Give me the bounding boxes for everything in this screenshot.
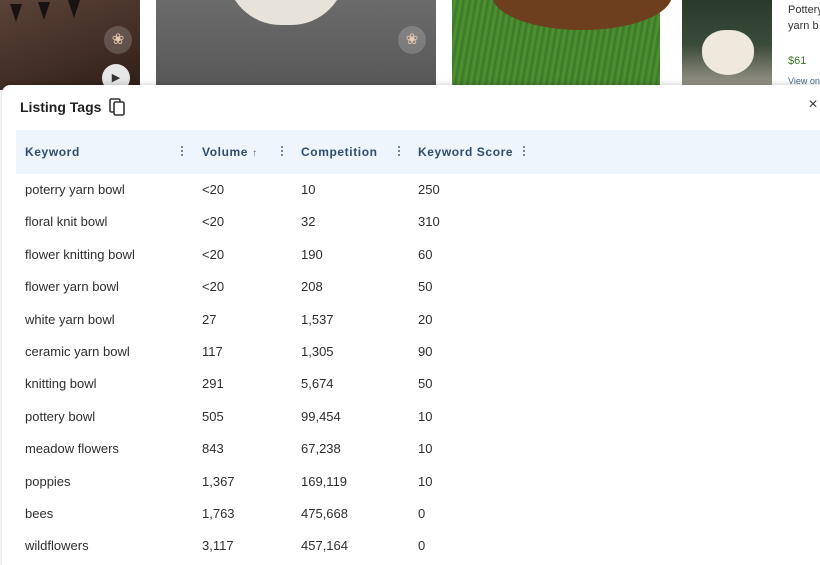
heart-icon[interactable]: ❀ [104,26,132,54]
cell-keyword: ceramic yarn bowl [25,343,130,359]
cell-keyword-score: 20 [418,311,433,327]
listing-card-info[interactable]: Pottery yarn b $61 View on [772,0,820,90]
column-header-volume[interactable]: Volume ↑ [202,130,258,174]
cell-keyword: meadow flowers [25,441,119,457]
cell-keyword: poppies [25,473,71,489]
cell-competition: 457,164 [301,538,348,554]
listing-grid-background: ❀ ▶ ❀ Pottery yarn b $61 View on [0,0,820,90]
table-row: wildflowers 3,117 457,164 0 [16,530,820,562]
cell-competition: 169,119 [301,473,348,489]
cell-competition: 1,537 [301,311,334,327]
table-row: poterry yarn bowl <20 10 250 [16,174,820,206]
cell-keyword-score: 250 [418,182,440,197]
copy-icon[interactable] [109,98,125,116]
table-row: flower knitting bowl <20 190 60 [16,239,820,271]
listing-price: $61 [788,55,807,67]
cell-competition: 32 [301,214,316,230]
cell-competition: 475,668 [301,505,348,521]
cell-competition: 67,238 [301,441,341,457]
table-row: floral knit bowl <20 32 310 [16,206,820,238]
cell-keyword-score: 0 [418,538,426,554]
column-header-label: Keyword Score [418,145,514,159]
cell-keyword-score: 10 [418,473,433,489]
cell-keyword: floral knit bowl [25,214,108,230]
column-menu-icon[interactable] [180,146,184,158]
cell-volume: 3,117 [202,538,234,554]
cell-volume: <20 [202,182,225,197]
table-row: ceramic yarn bowl 117 1,305 90 [16,336,820,368]
listing-thumbnail[interactable] [682,0,772,90]
table-row: knitting bowl 291 5,674 50 [16,368,820,400]
column-header-label: Volume [202,145,249,159]
column-header-keyword[interactable]: Keyword [25,130,80,174]
dialog-title: Listing Tags [20,99,102,115]
cell-volume: 27 [202,311,217,327]
close-icon[interactable]: × [806,97,820,113]
column-menu-icon[interactable] [397,146,401,158]
cell-keyword-score: 90 [418,343,433,359]
column-header-competition[interactable]: Competition [301,130,378,174]
cell-keyword-score: 60 [418,246,433,262]
listing-title: yarn b [788,20,819,32]
cell-keyword: knitting bowl [25,376,97,392]
cell-volume: 117 [202,343,223,359]
heart-icon[interactable]: ❀ [398,26,426,54]
cell-keyword-score: 10 [418,441,433,457]
listing-thumbnail[interactable]: ❀ ▶ [0,0,140,90]
column-menu-icon[interactable] [280,146,284,158]
cell-competition: 190 [301,246,323,262]
cell-keyword: pottery bowl [25,408,96,424]
cell-volume: <20 [202,246,225,262]
table-row: meadow flowers 843 67,238 10 [16,433,820,465]
cell-competition: 208 [301,279,323,295]
cell-volume: <20 [202,214,225,230]
cell-competition: 99,454 [301,408,341,424]
cell-competition: 1,305 [301,343,334,359]
listing-thumbnail[interactable]: ❀ [156,0,436,90]
listing-thumbnail[interactable] [452,0,672,90]
column-header-keyword-score[interactable]: Keyword Score [418,130,513,174]
listing-title: Pottery [788,4,820,16]
cell-keyword-score: 10 [418,408,433,424]
table-row: white yarn bowl 27 1,537 20 [16,304,820,336]
sort-ascending-icon[interactable]: ↑ [252,148,258,159]
cell-competition: 10 [301,182,316,197]
cell-volume: 843 [202,441,224,457]
tags-table: Keyword Volume ↑ Competition Keyword Score p… [16,130,820,563]
table-row: bees 1,763 475,668 0 [16,498,820,530]
cell-keyword: poterry yarn bowl [25,182,125,197]
cell-keyword: white yarn bowl [25,311,115,327]
table-row: pottery bowl 505 99,454 10 [16,401,820,433]
table-header: Keyword Volume ↑ Competition Keyword Score [16,130,820,174]
table-body: poterry yarn bowl <20 10 250 floral knit bow… [16,174,820,563]
cell-competition: 5,674 [301,376,334,392]
column-menu-icon[interactable] [522,146,526,158]
table-row: flower yarn bowl <20 208 50 [16,271,820,303]
listing-tags-dialog: Listing Tags × Keyword Volume ↑ Competition… [2,85,820,565]
cell-keyword-score: 310 [418,214,440,230]
column-header-label: Competition [301,145,378,159]
cell-keyword-score: 0 [418,505,426,521]
cell-keyword: flower knitting bowl [25,246,135,262]
cell-volume: <20 [202,279,225,295]
cell-volume: 505 [202,408,224,424]
table-row: poppies 1,367 169,119 10 [16,466,820,498]
dialog-header: Listing Tags × [2,85,820,127]
cell-keyword-score: 50 [418,376,433,392]
cell-keyword: flower yarn bowl [25,279,119,295]
cell-volume: 1,763 [202,505,235,521]
cell-keyword-score: 50 [418,279,433,295]
cell-keyword: wildflowers [25,538,89,554]
column-header-label: Keyword [25,145,80,159]
cell-volume: 1,367 [202,473,235,489]
cell-keyword: bees [25,505,54,521]
cell-volume: 291 [202,376,224,392]
